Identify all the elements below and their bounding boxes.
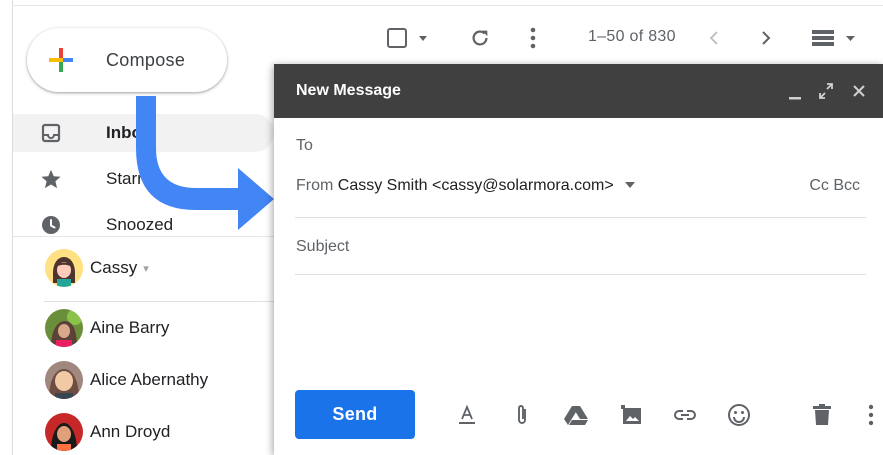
new-message-title: New Message: [296, 82, 401, 99]
star-icon: [40, 168, 62, 190]
from-value[interactable]: Cassy Smith <cassy@solarmora.com>: [338, 177, 614, 194]
contact-name: Ann Droyd: [90, 422, 171, 441]
to-field[interactable]: To: [296, 137, 866, 155]
hangouts-user-name: Cassy: [90, 258, 138, 277]
refresh-icon[interactable]: [467, 24, 493, 52]
sidebar-item-starred[interactable]: Starred: [40, 163, 162, 195]
select-all-checkbox[interactable]: [386, 24, 434, 52]
contact-name: Aine Barry: [90, 318, 170, 337]
format-text-icon[interactable]: [454, 402, 480, 428]
trash-icon[interactable]: [809, 402, 835, 428]
divider: [295, 274, 866, 275]
contact-item[interactable]: Ann Droyd: [45, 413, 170, 451]
frame-border-top: [12, 5, 883, 6]
drive-icon[interactable]: [563, 402, 589, 428]
cc-bcc-link[interactable]: Cc Bcc: [809, 177, 860, 195]
minimize-icon[interactable]: [788, 82, 802, 106]
divider: [295, 217, 866, 218]
contact-item[interactable]: Aine Barry: [45, 309, 169, 347]
to-label: To: [296, 137, 313, 154]
fullscreen-icon[interactable]: [818, 81, 834, 105]
close-icon[interactable]: [852, 81, 866, 105]
frame-border-left: [12, 0, 13, 455]
send-button[interactable]: Send: [295, 390, 415, 439]
new-message-window: New Message To From Cassy Smith <cassy@s…: [274, 64, 883, 455]
chevron-down-icon[interactable]: ▾: [143, 262, 149, 275]
hangouts-user[interactable]: Cassy ▾: [45, 249, 149, 287]
inbox-icon: [40, 122, 62, 144]
new-message-header: New Message: [274, 64, 883, 118]
sidebar-item-inbox[interactable]: Inbox: [40, 117, 151, 149]
insert-link-icon[interactable]: [672, 402, 698, 428]
from-field[interactable]: From Cassy Smith <cassy@solarmora.com> C…: [296, 177, 866, 195]
subject-field[interactable]: Subject: [296, 238, 866, 256]
insert-photo-icon[interactable]: [619, 402, 645, 428]
attachment-icon[interactable]: [509, 402, 535, 428]
avatar: [45, 361, 83, 399]
plus-multicolor-icon: [49, 48, 73, 72]
compose-button[interactable]: Compose: [27, 28, 227, 92]
pagination-count: 1–50 of 830: [588, 28, 676, 45]
chevron-left-icon[interactable]: [704, 24, 724, 52]
caret-down-icon[interactable]: [624, 177, 636, 195]
compose-label: Compose: [106, 49, 186, 70]
avatar: [45, 413, 83, 451]
contact-item[interactable]: Alice Abernathy: [45, 361, 208, 399]
subject-placeholder: Subject: [296, 238, 350, 255]
emoji-icon[interactable]: [726, 402, 752, 428]
from-label: From: [296, 177, 334, 195]
density-menu-icon[interactable]: [810, 24, 860, 52]
avatar: [45, 309, 83, 347]
clock-icon: [40, 214, 62, 236]
contact-name: Alice Abernathy: [90, 370, 209, 389]
hangouts-divider: [44, 301, 274, 302]
more-options-icon[interactable]: [864, 402, 878, 428]
annotation-arrow-icon: [136, 96, 274, 230]
avatar: [45, 249, 83, 287]
chevron-right-icon[interactable]: [756, 24, 776, 52]
more-vert-icon[interactable]: [522, 24, 544, 52]
